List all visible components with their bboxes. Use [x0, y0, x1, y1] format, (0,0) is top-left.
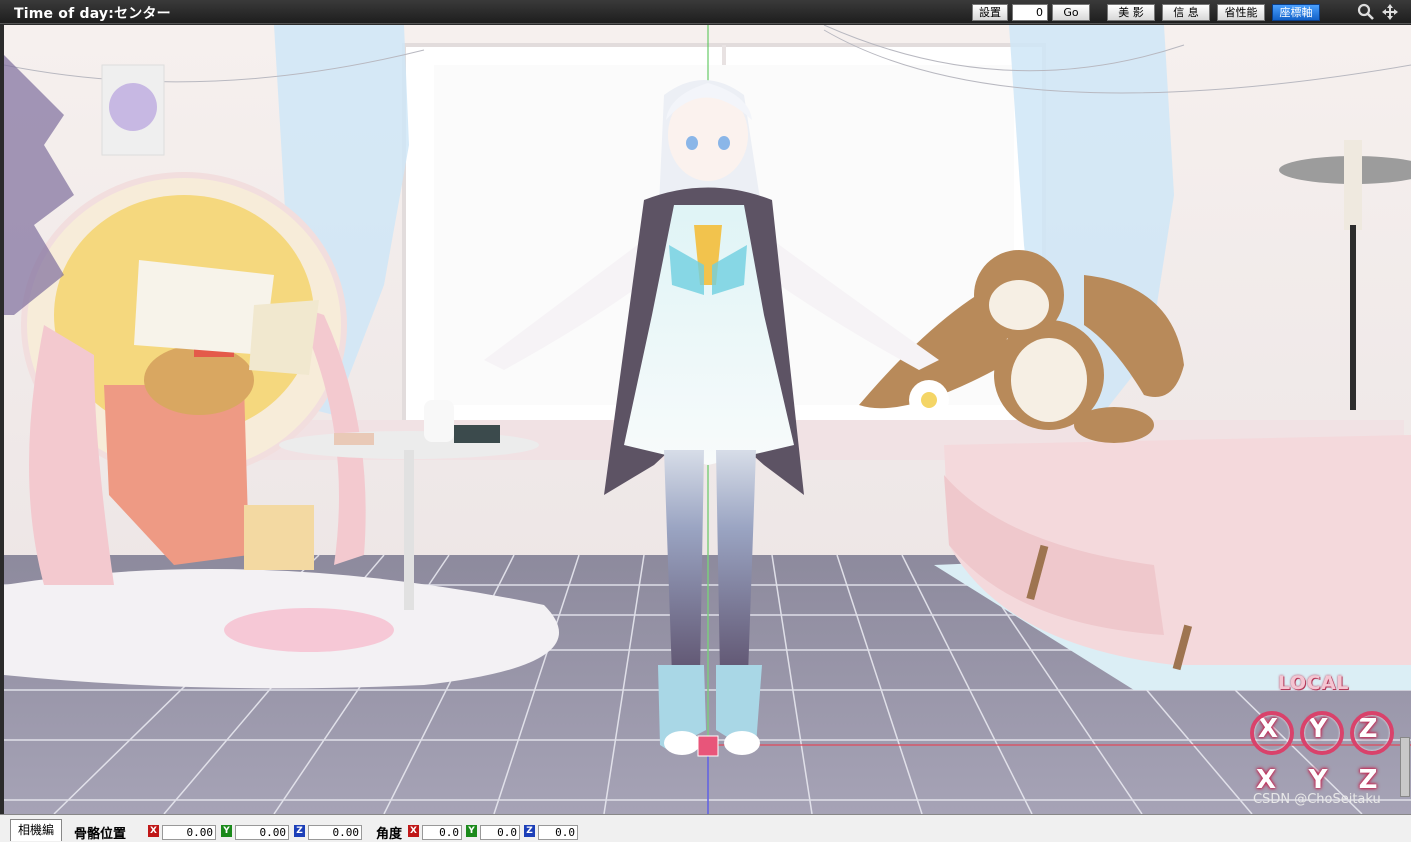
watermark-text: CSDN @ChoSeitaku [1253, 792, 1381, 807]
bone-position-label: 骨骼位置 [74, 827, 127, 842]
local-mode-label[interactable]: LOCAL [1278, 672, 1349, 694]
bone-edit-bar: 相機編 骨骼位置 X 0.00 Y 0.00 Z 0.00 角度 X 0.0 Y… [0, 814, 1411, 842]
scene-render [4, 25, 1411, 814]
window-title: Time of day:センター [14, 6, 171, 22]
angle-y-tag: Y [466, 825, 477, 837]
shadow-button[interactable]: 美 影 [1107, 4, 1155, 21]
angle-y-field[interactable]: 0.0 [480, 825, 520, 840]
axis-button[interactable]: 座標軸 [1272, 4, 1320, 21]
viewport-3d[interactable]: LOCAL X Y Z X Y Z CSDN @ChoSeitaku [4, 25, 1411, 814]
move-view-icon[interactable] [1381, 3, 1399, 21]
viewport-scroll-handle[interactable] [1400, 737, 1410, 797]
angle-x-tag: X [408, 825, 419, 837]
tab-camera-edit[interactable]: 相機編 [10, 819, 63, 841]
position-x-field[interactable]: 0.00 [162, 825, 216, 840]
rotate-y-button[interactable]: Y [1298, 711, 1344, 755]
title-bar: Time of day:センター 設置 0 Go 美 影 信 息 省性能 座標軸 [0, 0, 1411, 24]
zoom-icon[interactable] [1357, 3, 1375, 21]
performance-button[interactable]: 省性能 [1217, 4, 1265, 21]
position-y-tag: Y [221, 825, 232, 837]
angle-z-tag: Z [524, 825, 535, 837]
angle-x-field[interactable]: 0.0 [422, 825, 462, 840]
go-button[interactable]: Go [1052, 4, 1090, 21]
center-bone-marker [697, 735, 719, 757]
angle-z-field[interactable]: 0.0 [538, 825, 578, 840]
position-x-tag: X [148, 825, 159, 837]
rotate-z-button[interactable]: Z [1348, 711, 1394, 755]
settings-button[interactable]: 設置 [972, 4, 1008, 21]
position-z-field[interactable]: 0.00 [308, 825, 362, 840]
position-z-tag: Z [294, 825, 305, 837]
angle-label: 角度 [376, 827, 403, 842]
frame-input[interactable]: 0 [1012, 4, 1048, 21]
position-y-field[interactable]: 0.00 [235, 825, 289, 840]
info-button[interactable]: 信 息 [1162, 4, 1210, 21]
rotate-x-button[interactable]: X [1248, 711, 1294, 755]
